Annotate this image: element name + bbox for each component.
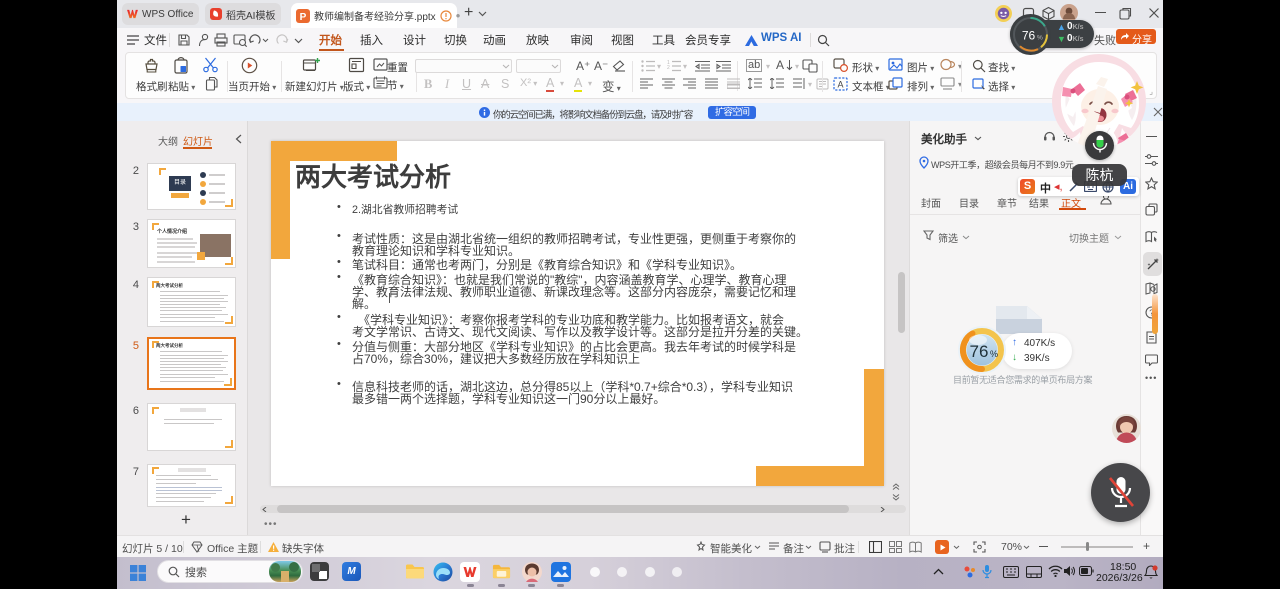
svg-text:%: % xyxy=(990,349,998,359)
svg-text:76: 76 xyxy=(970,342,989,361)
svg-text:P: P xyxy=(300,12,307,23)
svg-text:%: % xyxy=(1037,35,1043,42)
svg-text:2: 2 xyxy=(667,65,670,71)
svg-text:76: 76 xyxy=(1022,29,1036,43)
svg-text:A: A xyxy=(837,80,843,90)
